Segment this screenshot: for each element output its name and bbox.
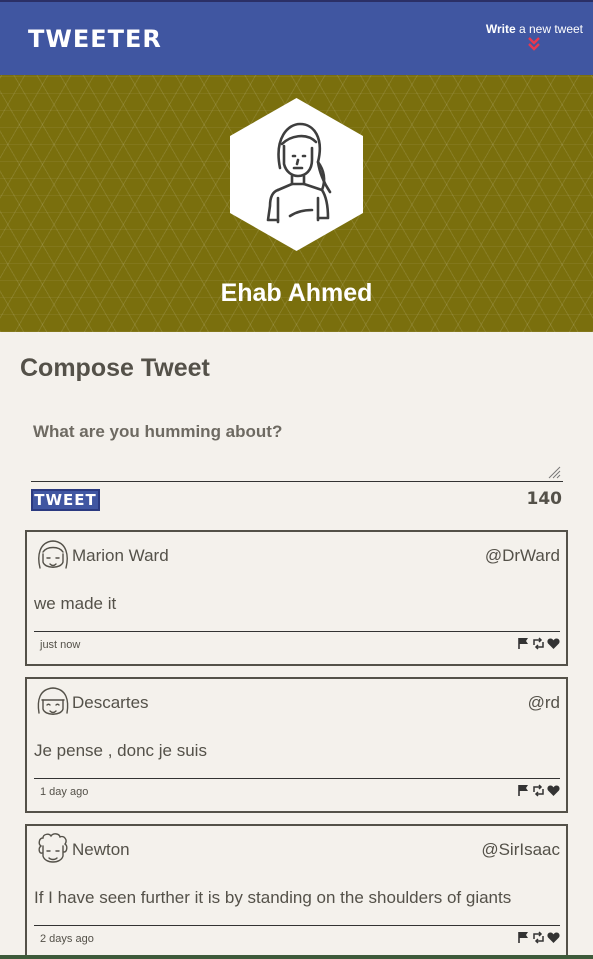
curly-hair-face-icon xyxy=(38,833,68,863)
flag-icon[interactable] xyxy=(517,931,530,944)
tweet-timestamp: just now xyxy=(40,639,81,651)
page-bottom-edge xyxy=(0,955,593,959)
tweet-submit-button[interactable]: TWEET xyxy=(31,489,100,511)
tweet-author-name: Newton xyxy=(72,840,130,859)
heart-icon[interactable] xyxy=(547,637,560,650)
girl-face-icon xyxy=(38,540,68,569)
write-new-tweet-label: Write a new tweet xyxy=(485,22,583,36)
profile-header: Ehab Ahmed xyxy=(0,75,593,332)
retweet-icon[interactable] xyxy=(532,784,545,797)
tweet-content: If I have seen further it is by standing… xyxy=(34,888,512,907)
tweet-text-input[interactable] xyxy=(31,412,563,481)
tweet-footer: 1 day ago xyxy=(34,778,560,808)
compose-title: Compose Tweet xyxy=(20,354,210,382)
heart-icon[interactable] xyxy=(547,931,560,944)
tweet-author-name: Descartes xyxy=(72,693,149,712)
tweet-content: we made it xyxy=(34,594,117,613)
tweet-author-handle[interactable]: @DrWard xyxy=(485,546,560,566)
profile-avatar xyxy=(230,98,363,251)
girl-avatar-icon xyxy=(230,98,363,251)
tweet-footer: just now xyxy=(34,631,560,661)
flag-icon[interactable] xyxy=(517,784,530,797)
heart-icon[interactable] xyxy=(547,784,560,797)
tweet-author-name: Marion Ward xyxy=(72,546,169,565)
tweet-timestamp: 2 days ago xyxy=(40,933,94,945)
tweet-article: Marion Ward @DrWard we made it just now xyxy=(25,530,568,666)
tweet-author-handle[interactable]: @SirIsaac xyxy=(481,840,560,860)
resize-grip-icon[interactable] xyxy=(547,465,561,479)
app-logo[interactable]: TWEETER xyxy=(28,25,162,53)
tweet-content: Je pense , donc je suis xyxy=(34,741,207,760)
retweet-icon[interactable] xyxy=(532,637,545,650)
write-new-tweet-toggle[interactable]: Write a new tweet xyxy=(486,22,583,51)
tweet-text-field-wrapper xyxy=(31,412,563,482)
retweet-icon[interactable] xyxy=(532,931,545,944)
flag-icon[interactable] xyxy=(517,637,530,650)
tweet-actions xyxy=(517,931,560,944)
character-counter: 140 xyxy=(526,489,563,509)
bangs-face-icon xyxy=(37,687,69,715)
tweet-article: Descartes @rd Je pense , donc je suis 1 … xyxy=(25,677,568,813)
tweet-actions xyxy=(517,784,560,797)
tweet-actions xyxy=(517,637,560,650)
double-chevron-down-icon xyxy=(528,37,541,51)
top-nav: TWEETER Write a new tweet xyxy=(0,0,593,75)
tweet-article: Newton @SirIsaac If I have seen further … xyxy=(25,824,568,959)
tweet-footer: 2 days ago xyxy=(34,925,560,955)
tweet-author-handle[interactable]: @rd xyxy=(528,693,560,713)
profile-name: Ehab Ahmed xyxy=(220,279,373,307)
tweet-timestamp: 1 day ago xyxy=(40,786,89,798)
